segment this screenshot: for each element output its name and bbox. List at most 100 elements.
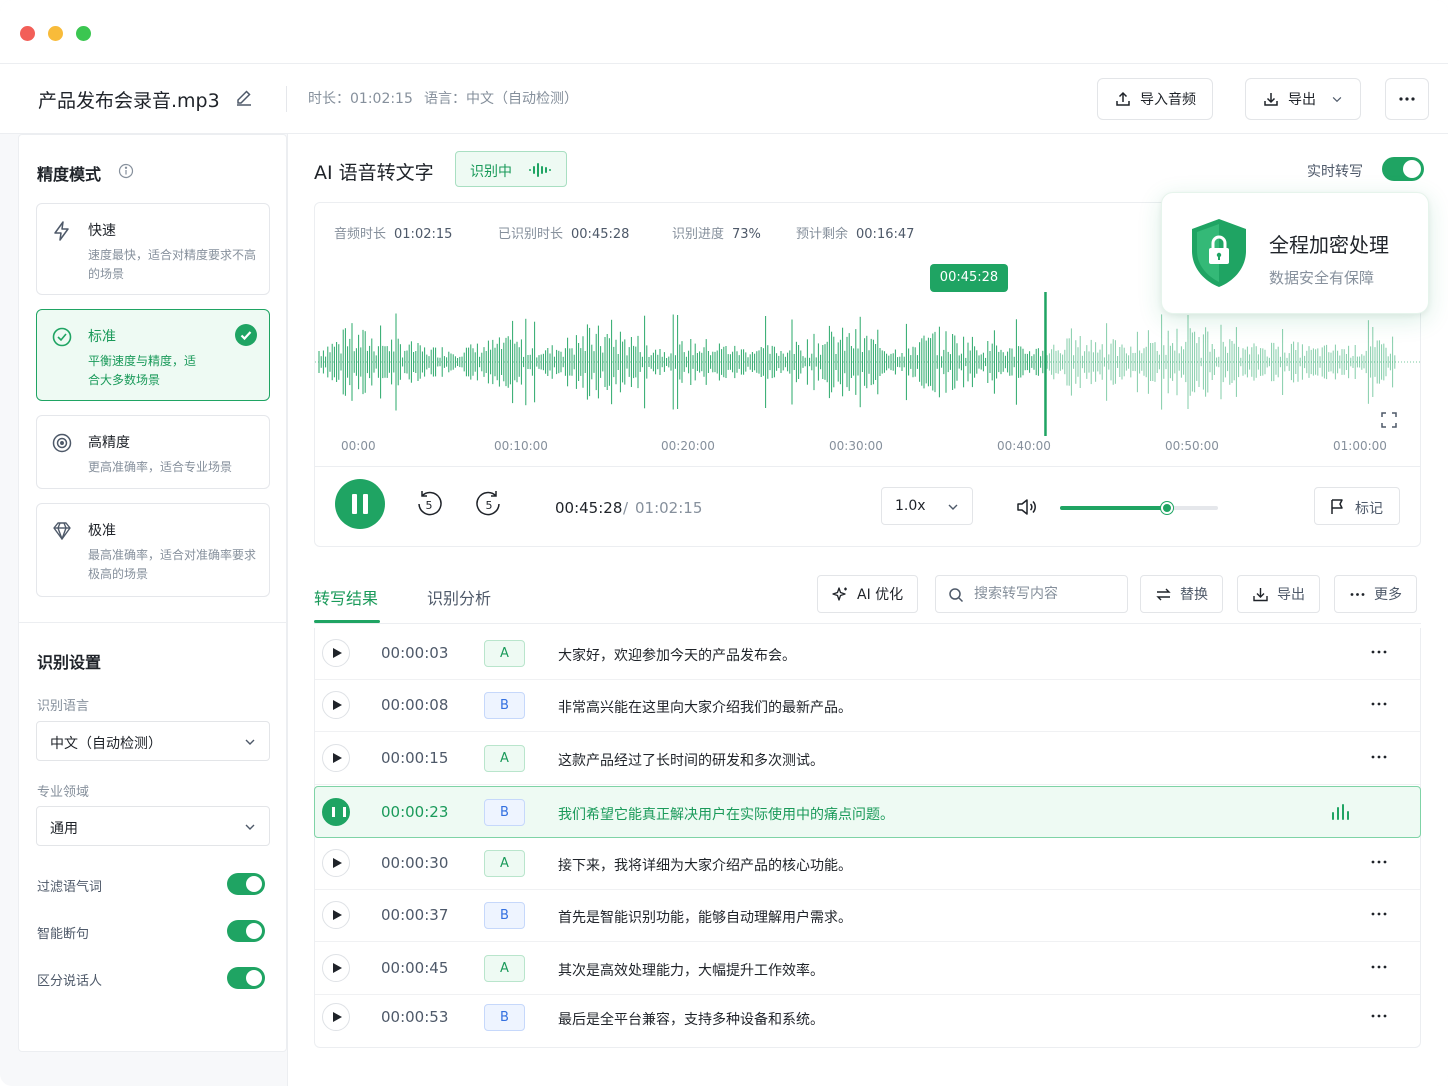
maximize-window-button[interactable] [76,26,91,41]
row-text: 我们希望它能真正解决用户在实际使用中的痛点问题。 [558,807,894,823]
transcript-search[interactable] [935,575,1128,613]
edit-icon[interactable] [234,88,254,108]
export-transcript-button[interactable]: 导出 [1237,575,1320,613]
sidebar-divider [19,622,286,623]
more-horizontal-icon[interactable] [1368,747,1390,767]
diamond-icon [53,522,71,540]
timeline-tick: 01:00:00 [1333,439,1387,453]
replace-button[interactable]: 替换 [1140,575,1223,613]
realtime-toggle[interactable] [1382,157,1424,181]
tab-analysis[interactable]: 识别分析 [427,585,491,609]
transcript-row[interactable]: 00:00:08 B 非常高兴能在这里向大家介绍我们的最新产品。 [315,680,1420,732]
domain-select[interactable]: 通用 [36,806,270,846]
playback-speed-select[interactable]: 1.0x [881,487,973,525]
row-text: 大家好，欢迎参加今天的产品发布会。 [558,648,796,664]
settings-title: 识别设置 [37,653,102,672]
stat-audio-duration: 音频时长 01:02:15 [334,227,453,242]
target-icon [52,433,72,453]
row-pause-button[interactable] [322,798,350,826]
transcript-list: 00:00:03 A 大家好，欢迎参加今天的产品发布会。 00:00:08 B … [314,628,1421,1048]
row-play-button[interactable] [322,691,350,719]
import-audio-button[interactable]: 导入音频 [1097,78,1213,120]
mark-label: 标记 [1355,501,1383,517]
speaker-badge: B [484,692,525,719]
transcript-row[interactable]: 00:00:53 B 最后是全平台兼容，支持多种设备和系统。 [315,992,1420,1044]
row-text: 首先是智能识别功能，能够自动理解用户需求。 [558,910,852,926]
row-play-button[interactable] [322,1003,350,1031]
mode-card-high-precision[interactable]: 高精度 更高准确率，适合专业场景 [36,415,270,489]
upload-icon [1116,91,1130,106]
shield-lock-icon [1192,219,1246,287]
page-title: AI 语音转文字 [314,162,434,184]
status-badge: 识别中 [455,151,567,187]
mode-card-ultra[interactable]: 极准 最高准确率，适合对准确率要求极高的场景 [36,503,270,597]
download-icon [1264,93,1278,106]
file-name: 产品发布会录音.mp3 [38,90,220,112]
swap-icon [1156,588,1171,600]
row-timestamp: 00:00:23 [381,803,449,821]
row-text: 接下来，我将详细为大家介绍产品的核心功能。 [558,858,852,874]
minimize-window-button[interactable] [48,26,63,41]
row-text: 这款产品经过了长时间的研发和多次测试。 [558,753,824,769]
pause-button[interactable] [335,479,385,529]
ai-optimize-label: AI 优化 [857,587,904,603]
duration-meta: 时长：01:02:15 [308,91,413,107]
domain-select-value: 通用 [50,821,78,837]
row-play-button[interactable] [322,744,350,772]
language-meta: 语言：中文（自动检测） [424,91,578,107]
volume-icon[interactable] [1015,496,1039,518]
more-horizontal-icon[interactable] [1368,642,1390,662]
transcript-row-active[interactable]: 00:00:23 B 我们希望它能真正解决用户在实际使用中的痛点问题。 [314,786,1421,838]
more-horizontal-icon[interactable] [1368,852,1390,872]
more-actions-button[interactable]: 更多 [1334,575,1417,613]
file-header: 产品发布会录音.mp3 时长：01:02:15 语言：中文（自动检测） 导入音频… [0,64,1448,134]
transcript-row[interactable]: 00:00:30 A 接下来，我将详细为大家介绍产品的核心功能。 [315,838,1420,890]
more-options-button[interactable] [1385,78,1429,120]
row-text: 其次是高效处理能力，大幅提升工作效率。 [558,963,824,979]
row-timestamp: 00:00:45 [381,959,449,977]
volume-slider[interactable] [1060,502,1218,514]
row-text: 非常高兴能在这里向大家介绍我们的最新产品。 [558,700,852,716]
more-horizontal-icon[interactable] [1368,957,1390,977]
mode-card-standard[interactable]: 标准 平衡速度与精度，适合大多数场景 [36,309,270,401]
expand-icon[interactable] [1380,411,1398,429]
row-text: 最后是全平台兼容，支持多种设备和系统。 [558,1012,824,1028]
language-field-label: 识别语言 [37,699,90,714]
transcript-row[interactable]: 00:00:03 A 大家好，欢迎参加今天的产品发布会。 [315,628,1420,680]
search-input[interactable] [974,584,1119,604]
more-horizontal-icon[interactable] [1368,1006,1390,1026]
speaker-diarization-label: 区分说话人 [37,974,103,989]
transcript-row[interactable]: 00:00:15 A 这款产品经过了长时间的研发和多次测试。 [315,733,1420,785]
pause-icon [352,494,368,514]
more-horizontal-icon[interactable] [1368,904,1390,924]
ai-optimize-button[interactable]: AI 优化 [817,575,919,613]
speaker-diarization-toggle[interactable] [227,967,265,989]
smart-segment-label: 智能断句 [37,927,90,942]
forward-5-icon[interactable]: 5 [474,489,504,519]
stat-remaining: 预计剩余 00:16:47 [796,227,915,242]
download-icon [1253,587,1268,601]
tab-transcript[interactable]: 转写结果 [314,585,378,609]
filter-fillers-toggle[interactable] [227,873,265,895]
mode-card-fast[interactable]: 快速 速度最快，适合对精度要求不高的场景 [36,203,270,295]
timeline-tick: 00:20:00 [661,439,715,453]
rewind-5-icon[interactable]: 5 [414,489,444,519]
transcript-row[interactable]: 00:00:45 A 其次是高效处理能力，大幅提升工作效率。 [315,943,1420,995]
smart-segment-toggle[interactable] [227,920,265,942]
info-icon[interactable] [118,163,134,179]
row-play-button[interactable] [322,901,350,929]
export-dropdown-button[interactable]: 导出 [1245,78,1361,120]
volume-knob[interactable] [1161,502,1174,514]
mode-desc: 速度最快，适合对精度要求不高的场景 [88,248,257,281]
encryption-card: 全程加密处理 数据安全有保障 [1161,192,1429,314]
player-divider [315,466,1420,467]
more-horizontal-icon[interactable] [1368,694,1390,714]
mark-button[interactable]: 标记 [1314,487,1400,525]
row-play-button[interactable] [322,849,350,877]
transcript-row[interactable]: 00:00:37 B 首先是智能识别功能，能够自动理解用户需求。 [315,890,1420,942]
row-play-button[interactable] [322,954,350,982]
audio-wave-icon [529,163,551,177]
close-window-button[interactable] [20,26,35,41]
row-play-button[interactable] [322,639,350,667]
language-select[interactable]: 中文（自动检测） [36,721,270,761]
